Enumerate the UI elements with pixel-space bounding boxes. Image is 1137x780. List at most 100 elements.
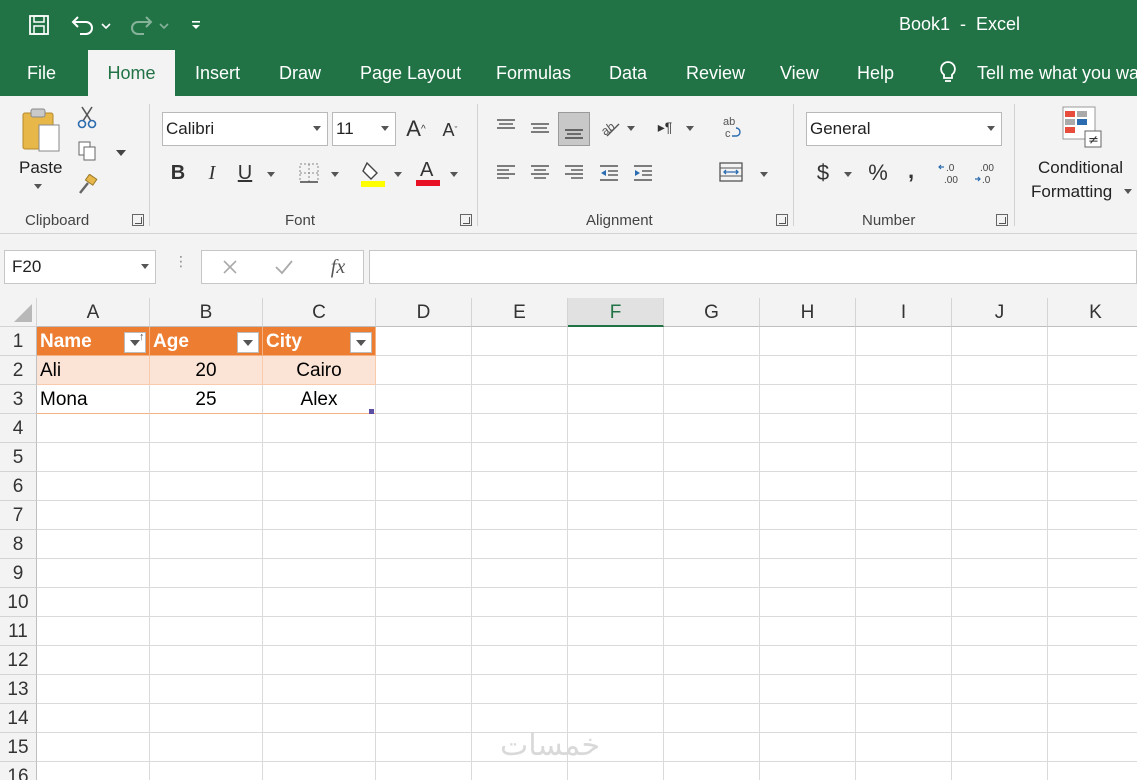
row-header[interactable]: 5 [0, 443, 37, 472]
name-box[interactable]: F20 [4, 250, 156, 284]
number-launcher-icon[interactable] [996, 214, 1008, 226]
customize-qat-icon[interactable] [186, 10, 206, 40]
font-color-icon[interactable]: A [414, 156, 442, 188]
row-header[interactable]: 12 [0, 646, 37, 675]
table-resize-handle[interactable] [369, 409, 374, 414]
orientation-dropdown-icon[interactable] [627, 126, 635, 131]
filter-dropdown-icon[interactable] [350, 332, 372, 353]
tab-page-layout[interactable]: Page Layout [360, 50, 461, 96]
top-align-icon[interactable] [493, 114, 519, 140]
row-header[interactable]: 1 [0, 327, 37, 356]
orientation-icon[interactable]: ab [597, 114, 623, 140]
table-cell[interactable]: Ali [37, 356, 150, 385]
undo-icon[interactable] [66, 10, 114, 40]
underline-dropdown-icon[interactable] [267, 172, 275, 177]
clipboard-launcher-icon[interactable] [132, 214, 144, 226]
borders-dropdown-icon[interactable] [331, 172, 339, 177]
row-header[interactable]: 14 [0, 704, 37, 733]
decrease-decimal-icon[interactable]: .00.0 [974, 160, 1004, 188]
tab-help[interactable]: Help [857, 50, 894, 96]
align-left-icon[interactable] [493, 160, 519, 186]
row-header[interactable]: 7 [0, 501, 37, 530]
table-cell[interactable]: Cairo [263, 356, 376, 385]
alignment-launcher-icon[interactable] [776, 214, 788, 226]
column-header-e[interactable]: E [472, 298, 568, 327]
column-header-j[interactable]: J [952, 298, 1048, 327]
column-header-b[interactable]: B [150, 298, 263, 327]
row-header[interactable]: 8 [0, 530, 37, 559]
conditional-formatting-dropdown-icon[interactable] [1124, 189, 1132, 194]
merge-center-icon[interactable] [717, 158, 745, 186]
align-right-icon[interactable] [561, 160, 587, 186]
font-launcher-icon[interactable] [460, 214, 472, 226]
redo-icon[interactable] [124, 10, 172, 40]
text-direction-icon[interactable]: ▸¶ [652, 114, 678, 140]
column-header-f[interactable]: F [568, 298, 664, 327]
column-header-i[interactable]: I [856, 298, 952, 327]
column-header-k[interactable]: K [1048, 298, 1137, 327]
enter-entry-icon[interactable] [272, 255, 296, 279]
row-header[interactable]: 11 [0, 617, 37, 646]
fill-color-dropdown-icon[interactable] [394, 172, 402, 177]
wrap-text-icon[interactable]: ab c [718, 112, 746, 142]
paste-label[interactable]: Paste [19, 158, 62, 178]
tab-home[interactable]: Home [88, 50, 175, 96]
merge-dropdown-icon[interactable] [760, 172, 768, 177]
tell-me-search[interactable]: Tell me what you wa [977, 50, 1137, 96]
underline-button[interactable]: U [233, 158, 257, 188]
select-all-button[interactable] [0, 298, 37, 327]
tab-review[interactable]: Review [686, 50, 745, 96]
column-header-c[interactable]: C [263, 298, 376, 327]
bottom-align-icon[interactable] [558, 112, 590, 146]
table-cell[interactable]: 20 [150, 356, 263, 385]
save-icon[interactable] [24, 10, 54, 40]
row-header[interactable]: 13 [0, 675, 37, 704]
cut-icon[interactable] [74, 104, 100, 130]
align-center-icon[interactable] [527, 160, 553, 186]
tab-draw[interactable]: Draw [279, 50, 321, 96]
tab-view[interactable]: View [780, 50, 819, 96]
number-format-select[interactable]: General [806, 112, 1002, 146]
insert-function-icon[interactable]: fx [324, 253, 352, 281]
row-header[interactable]: 16 [0, 762, 37, 780]
font-size-select[interactable]: 11 [332, 112, 396, 146]
copy-dropdown-icon[interactable] [116, 150, 126, 156]
column-header-g[interactable]: G [664, 298, 760, 327]
bold-button[interactable]: B [166, 158, 190, 188]
paste-icon[interactable] [18, 104, 64, 156]
comma-style-icon[interactable]: , [900, 156, 922, 186]
currency-dropdown-icon[interactable] [844, 172, 852, 177]
table-cell[interactable]: Mona [37, 385, 150, 414]
conditional-formatting-label-2[interactable]: Formatting [1031, 182, 1112, 202]
increase-decimal-icon[interactable]: .0.00 [938, 160, 968, 188]
table-cell[interactable]: Alex [263, 385, 376, 414]
conditional-formatting-icon[interactable]: ≠ [1060, 104, 1106, 152]
format-painter-icon[interactable] [74, 172, 100, 198]
tab-formulas[interactable]: Formulas [496, 50, 571, 96]
paste-dropdown-icon[interactable] [34, 184, 42, 189]
column-header-d[interactable]: D [376, 298, 472, 327]
fill-color-icon[interactable] [359, 158, 387, 188]
lightbulb-icon[interactable] [937, 50, 965, 96]
formula-input[interactable] [369, 250, 1137, 284]
tab-insert[interactable]: Insert [195, 50, 240, 96]
decrease-indent-icon[interactable] [596, 160, 622, 186]
decrease-font-size-icon[interactable]: Aˇ [438, 116, 462, 144]
row-header[interactable]: 2 [0, 356, 37, 385]
text-direction-dropdown-icon[interactable] [686, 126, 694, 131]
row-header[interactable]: 9 [0, 559, 37, 588]
conditional-formatting-label-1[interactable]: Conditional [1038, 158, 1123, 178]
row-header[interactable]: 6 [0, 472, 37, 501]
row-header[interactable]: 10 [0, 588, 37, 617]
column-header-h[interactable]: H [760, 298, 856, 327]
font-family-select[interactable]: Calibri [162, 112, 328, 146]
borders-icon[interactable] [296, 160, 322, 186]
tab-file[interactable]: File [27, 50, 56, 96]
copy-icon[interactable] [74, 138, 100, 164]
currency-icon[interactable]: $ [810, 158, 836, 188]
row-header[interactable]: 4 [0, 414, 37, 443]
increase-indent-icon[interactable] [630, 160, 656, 186]
percent-icon[interactable]: % [864, 158, 892, 188]
increase-font-size-icon[interactable]: A ^ [404, 114, 428, 144]
row-header[interactable]: 15 [0, 733, 37, 762]
